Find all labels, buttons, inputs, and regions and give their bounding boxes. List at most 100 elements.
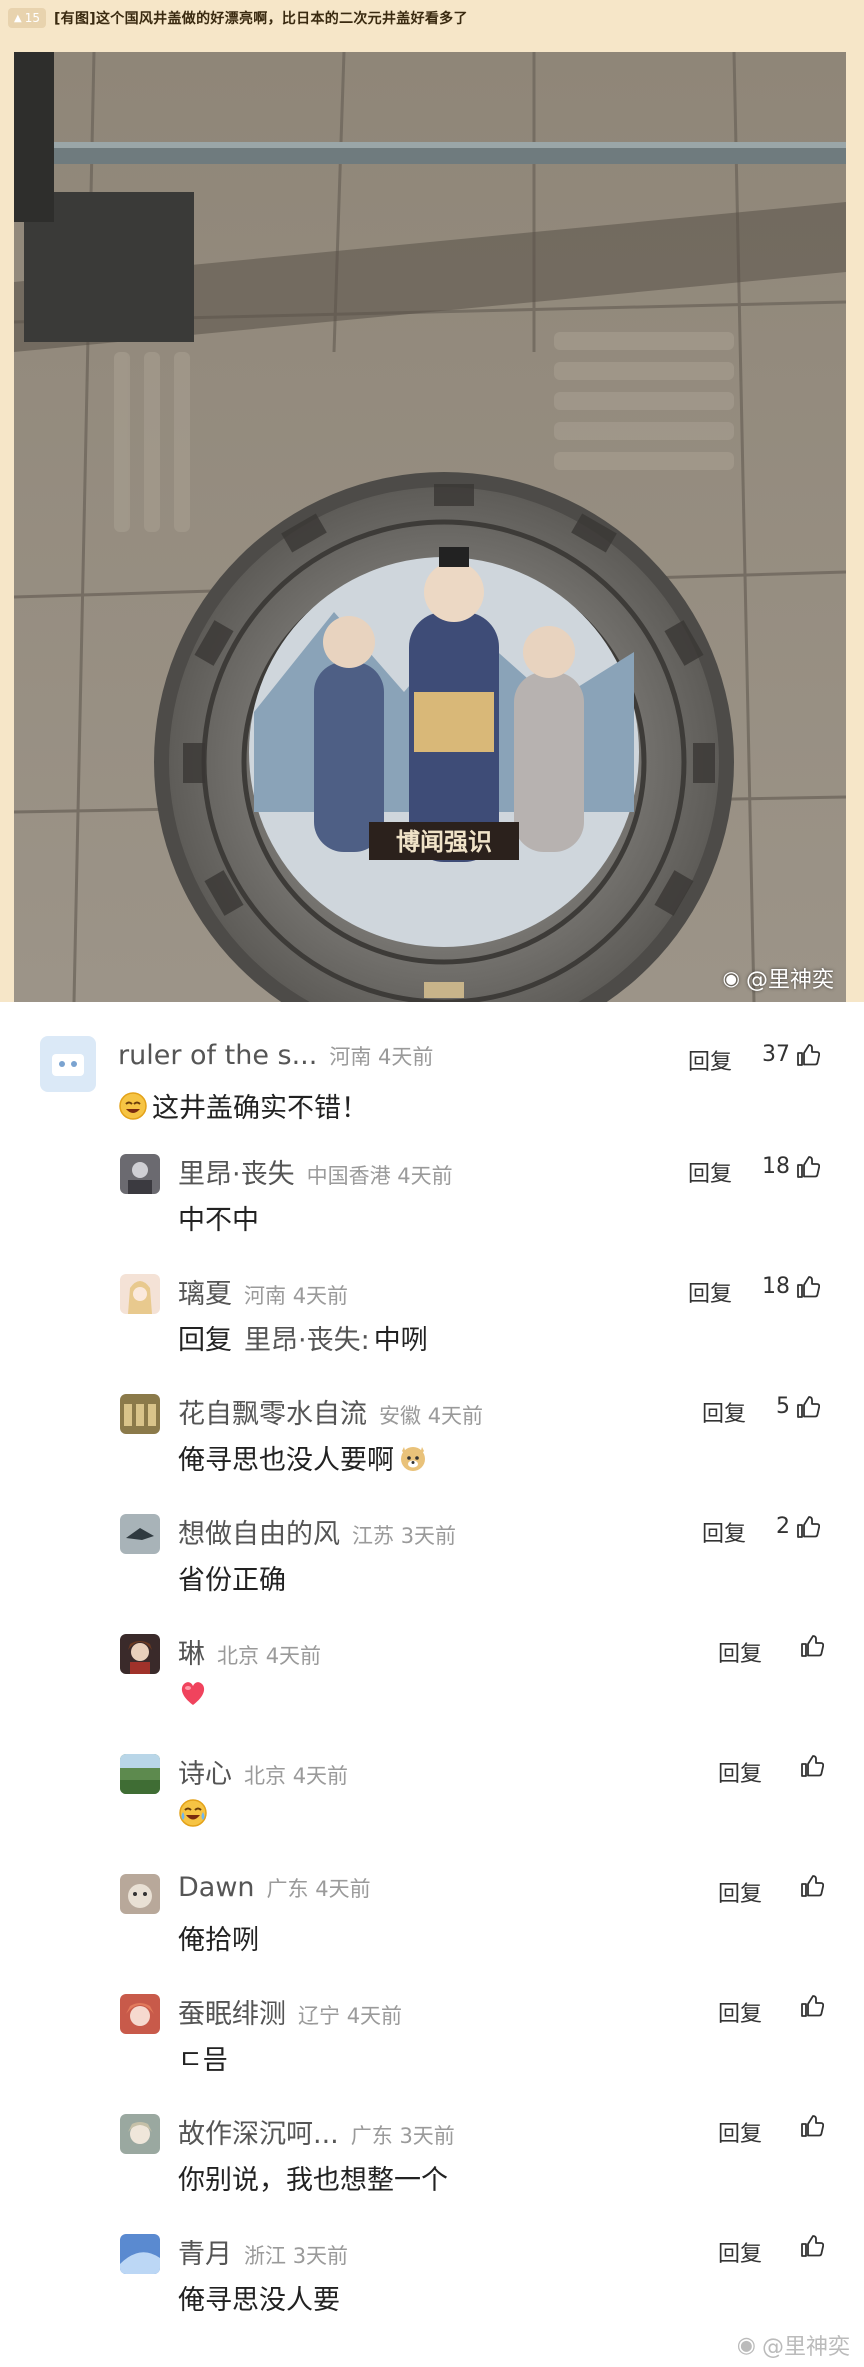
reply-button[interactable]: 回复: [718, 2116, 762, 2148]
like-button[interactable]: 2: [776, 1514, 820, 1539]
comment-text: ㄷ믐: [178, 2045, 228, 2076]
thumbs-up-icon: [797, 1043, 820, 1066]
vote-badge[interactable]: ▲ 15: [8, 8, 46, 28]
avatar[interactable]: [120, 2234, 160, 2274]
username-text: 故作深沉呵...: [178, 2119, 339, 2150]
avatar[interactable]: [120, 1154, 160, 1194]
reply-button[interactable]: 回复: [702, 1516, 746, 1548]
manhole-cover-photo[interactable]: 博闻强识 ◉ @里神奕: [14, 52, 846, 1002]
like-button[interactable]: 18: [762, 1154, 820, 1179]
username-text: Dawn: [178, 1872, 255, 1903]
reply-button[interactable]: 回复: [688, 1156, 732, 1188]
comment-username[interactable]: 故作深沉呵... 广东 3天前: [178, 2112, 455, 2151]
weibo-icon: ◉: [736, 2332, 756, 2358]
like-button[interactable]: 37: [762, 1042, 820, 1067]
avatar[interactable]: [120, 1994, 160, 2034]
comment-text-row: 你别说，我也想整一个: [178, 2158, 448, 2197]
comment-username[interactable]: 花自飘零水自流 安徽 4天前: [178, 1392, 483, 1431]
reply-button[interactable]: 回复: [718, 1996, 762, 2028]
comment-text: 俺寻思也没人要啊: [178, 1445, 394, 1476]
post-title-bar: ▲ 15 [有图]这个国风井盖做的好漂亮啊，比日本的二次元井盖好看多了: [8, 5, 468, 31]
reply-to-user[interactable]: 里昂·丧失:: [244, 1318, 370, 1357]
thumbs-up-icon: [797, 1275, 820, 1298]
avatar[interactable]: [120, 1514, 160, 1554]
comment-username[interactable]: 青月 浙江 3天前: [178, 2232, 348, 2271]
comment-username[interactable]: 里昂·丧失 中国香港 4天前: [178, 1152, 453, 1191]
post-header-area: ▲ 15 [有图]这个国风井盖做的好漂亮啊，比日本的二次元井盖好看多了 博闻强识…: [0, 0, 864, 1002]
time-text: 3天前: [399, 2124, 455, 2148]
comment-text-row: [178, 1678, 208, 1708]
location-text: 浙江: [244, 2244, 286, 2268]
location-text: 广东: [350, 2124, 393, 2148]
location-label: 广东 3天前: [351, 2124, 455, 2148]
time-text: 4天前: [378, 1045, 434, 1069]
username-text: 想做自由的风: [178, 1519, 340, 1550]
avatar-image: [120, 1754, 160, 1794]
location-label: 河南 4天前: [244, 1284, 348, 1308]
location-label: 河南 4天前: [329, 1045, 433, 1069]
comment-text-row: 这井盖确实不错！: [118, 1086, 368, 1125]
avatar[interactable]: [40, 1036, 96, 1092]
avatar[interactable]: [120, 2114, 160, 2154]
heart-emoji: [181, 1682, 205, 1705]
reply-button[interactable]: 回复: [702, 1396, 746, 1428]
thumbs-up-icon: [797, 1515, 820, 1538]
location-label: 广东 4天前: [267, 1877, 371, 1901]
location-label: 江苏 3天前: [352, 1524, 456, 1548]
like-button[interactable]: [794, 2114, 824, 2138]
cry-laugh-emoji: [179, 1799, 207, 1827]
comment-username[interactable]: ruler of the s... 河南 4天前: [118, 1040, 433, 1071]
reply-button[interactable]: 回复: [718, 1636, 762, 1668]
comment-text: 俺寻思没人要: [178, 2285, 340, 2316]
username-text: 里昂·丧失: [178, 1159, 295, 1190]
like-button[interactable]: [794, 2234, 824, 2258]
reply-button[interactable]: 回复: [718, 1756, 762, 1788]
avatar[interactable]: [120, 1274, 160, 1314]
comment-text: 俺拾咧: [178, 1925, 259, 1956]
location-text: 中国香港: [306, 1164, 391, 1188]
comment-username[interactable]: 琳北京 4天前: [178, 1632, 321, 1671]
time-text: 3天前: [400, 1524, 457, 1548]
comment-username[interactable]: 诗心 北京 4天前: [178, 1752, 348, 1791]
reply-button[interactable]: 回复: [718, 2236, 762, 2268]
avatar[interactable]: [120, 1754, 160, 1794]
time-text: 4天前: [292, 1764, 349, 1788]
doge-emoji: [401, 1446, 425, 1471]
cover-banner-text: 博闻强识: [396, 828, 492, 856]
like-button[interactable]: [794, 1994, 824, 2018]
reply-button[interactable]: 回复: [718, 1876, 762, 1908]
photo-watermark: ◉ @里神奕: [723, 962, 834, 994]
comment-text-row: [178, 1798, 208, 1828]
comment-text-row: 俺寻思也没人要啊: [178, 1438, 428, 1477]
avatar-image: [120, 1154, 160, 1194]
thumbs-up-icon: [801, 1995, 824, 2017]
like-button[interactable]: [794, 1874, 824, 1898]
time-text: 4天前: [427, 1404, 484, 1428]
comment-username[interactable]: Dawn 广东 4天前: [178, 1872, 371, 1903]
like-button[interactable]: [794, 1634, 824, 1658]
avatar-image: [120, 1634, 160, 1674]
thumbs-up-icon: [801, 1755, 824, 1777]
like-button[interactable]: 5: [776, 1394, 820, 1419]
like-button[interactable]: [794, 1754, 824, 1778]
time-text: 4天前: [265, 1644, 322, 1668]
comment-text-row: ㄷ믐: [178, 2038, 228, 2077]
laugh-emoji: [119, 1091, 147, 1120]
comment-text: 你别说，我也想整一个: [178, 2165, 448, 2196]
reply-button[interactable]: 回复: [688, 1044, 732, 1076]
location-text: 北京: [217, 1644, 259, 1668]
time-text: 4天前: [292, 1284, 349, 1308]
comment-username[interactable]: 蚕眠绯测 辽宁 4天前: [178, 1992, 402, 2031]
username-text: 诗心: [178, 1759, 232, 1790]
reply-button[interactable]: 回复: [688, 1276, 732, 1308]
post-title[interactable]: [有图]这个国风井盖做的好漂亮啊，比日本的二次元井盖好看多了: [54, 8, 468, 28]
location-text: 北京: [244, 1764, 286, 1788]
avatar[interactable]: [120, 1634, 160, 1674]
like-button[interactable]: 18: [762, 1274, 820, 1299]
avatar[interactable]: [120, 1394, 160, 1434]
avatar[interactable]: [120, 1874, 160, 1914]
comment-username[interactable]: 想做自由的风 江苏 3天前: [178, 1512, 456, 1551]
comment-username[interactable]: 璃夏 河南 4天前: [178, 1272, 348, 1311]
comment-text-row: 省份正确: [178, 1558, 286, 1597]
like-count: 2: [776, 1514, 790, 1539]
